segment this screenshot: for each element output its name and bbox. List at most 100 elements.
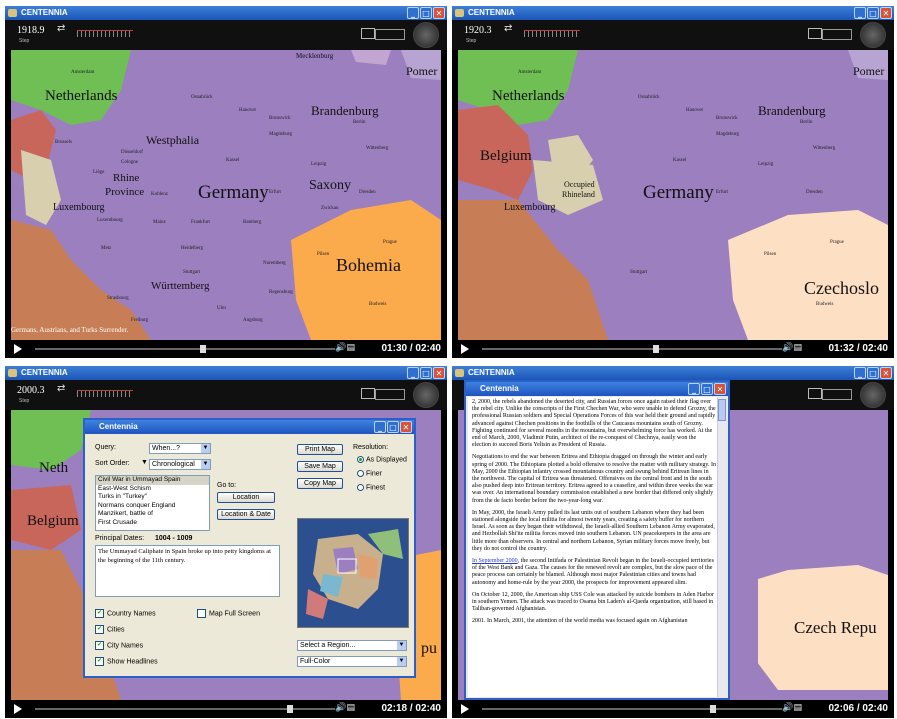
maximize-button[interactable]: □ [867,367,879,379]
step-arrows-icon[interactable]: ⇄ [57,383,65,394]
list-item[interactable]: Turks in "Turkey" [96,493,209,502]
timeline-slider[interactable] [77,390,133,397]
query-select[interactable]: When...? ▼ [149,443,211,454]
seek-thumb[interactable] [710,705,716,713]
volume-icon[interactable]: 🔊▤ [335,343,355,353]
city-label: Pilsen [764,252,777,257]
city-label: Leipzig [311,162,327,167]
zoom-slider[interactable] [375,29,405,40]
volume-icon[interactable]: 🔊▤ [335,703,355,713]
label-czech: Czech Repu [794,618,877,637]
region-select[interactable]: Select a Region... ▼ [297,640,407,651]
scrollbar[interactable] [717,397,726,697]
city-names-checkbox[interactable]: ✔ City Names [95,641,143,650]
minimize-button[interactable]: _ [854,367,866,379]
event-list[interactable]: Civil War in Ummayad Spain East-West Sch… [95,475,210,531]
seek-thumb[interactable] [200,345,206,353]
step-arrows-icon[interactable]: ⇄ [57,23,65,34]
resolution-as-displayed[interactable]: As Displayed [357,456,407,463]
list-item[interactable]: Normans conquer England [96,502,209,511]
minimize-button[interactable]: _ [688,383,700,395]
seek-thumb[interactable] [653,345,659,353]
maximize-button[interactable]: □ [387,421,399,433]
play-icon[interactable] [461,344,469,354]
check-icon: ✔ [95,609,104,618]
zoom-icon[interactable] [361,28,375,39]
zoom-slider[interactable] [375,389,405,400]
navigation-knob[interactable] [860,22,886,48]
play-icon[interactable] [14,704,22,714]
sort-order-select[interactable]: Chronological ▼ [149,459,211,470]
video-playbar: 🔊▤ 02:06 / 02:40 [452,700,894,718]
show-headlines-checkbox[interactable]: ✔ Show Headlines [95,657,158,666]
history-map[interactable]: Netherlands Pomer Mecklenburg Westphalia… [11,50,441,340]
country-names-checkbox[interactable]: ✔ Country Names [95,609,156,618]
minimize-button[interactable]: _ [374,421,386,433]
chevron-down-icon: ▼ [397,657,406,666]
zoom-icon[interactable] [808,28,822,39]
step-arrows-icon[interactable]: ⇄ [504,23,512,34]
city-label: Brunswick [716,116,738,121]
headline-paragraph: Negotiations to end the war between Erit… [472,454,717,504]
zoom-slider[interactable] [822,29,852,40]
close-button[interactable]: ✕ [400,421,412,433]
list-item[interactable]: First Crusade [96,519,209,528]
location-button[interactable]: Location [217,492,275,503]
sort-arrow-icon[interactable]: ▼ [141,459,148,466]
volume-icon[interactable]: 🔊▤ [782,703,802,713]
zoom-icon[interactable] [361,388,375,399]
zoom-slider[interactable] [822,389,852,400]
seek-bar[interactable] [35,345,335,353]
cities-checkbox[interactable]: ✔ Cities [95,625,125,634]
seek-bar[interactable] [35,705,335,713]
scrollbar-thumb[interactable] [718,399,726,421]
close-button[interactable]: ✕ [433,7,445,19]
map-full-screen-checkbox[interactable]: Map Full Screen [197,609,260,618]
list-item[interactable]: Civil War in Ummayad Spain [96,476,209,485]
zoom-icon[interactable] [808,388,822,399]
history-map[interactable]: Netherlands Pomer Belgium Brandenburg Oc… [458,50,888,340]
seek-thumb[interactable] [287,705,293,713]
headline-link[interactable]: In September 2000 [472,558,518,564]
minimap[interactable] [297,518,409,628]
copy-map-button[interactable]: Copy Map [297,478,343,489]
time-display: 02:18 / 02:40 [381,703,442,714]
list-item[interactable]: Manzikert, battle of [96,510,209,519]
resolution-finest[interactable]: Finest [357,484,385,491]
timeline-slider[interactable] [77,30,133,37]
navigation-knob[interactable] [413,382,439,408]
play-icon[interactable] [461,704,469,714]
minimize-button[interactable]: _ [854,7,866,19]
color-mode-select[interactable]: Full-Color ▼ [297,656,407,667]
city-label: Pilsen [317,252,330,257]
video-playbar: 🔊▤ 01:30 / 02:40 [5,340,447,358]
timeline-slider[interactable] [524,30,580,37]
city-label: Augsburg [243,318,263,323]
close-button[interactable]: ✕ [880,367,892,379]
navigation-knob[interactable] [413,22,439,48]
navigation-knob[interactable] [860,382,886,408]
maximize-button[interactable]: □ [420,7,432,19]
location-date-button[interactable]: Location & Date [217,509,275,520]
label-brandenburg: Brandenburg [311,103,379,118]
list-item[interactable]: East-West Schism [96,485,209,494]
close-button[interactable]: ✕ [880,7,892,19]
close-button[interactable]: ✕ [714,383,726,395]
print-map-button[interactable]: Print Map [297,444,343,455]
save-map-button[interactable]: Save Map [297,461,343,472]
city-label: Amsterdam [518,70,542,75]
close-button[interactable]: ✕ [433,367,445,379]
city-label: Prague [383,240,397,245]
maximize-button[interactable]: □ [867,7,879,19]
maximize-button[interactable]: □ [701,383,713,395]
resolution-finer[interactable]: Finer [357,470,382,477]
app-icon [8,369,17,377]
minimize-button[interactable]: _ [407,367,419,379]
maximize-button[interactable]: □ [420,367,432,379]
region-select-value: Select a Region... [300,642,356,649]
minimize-button[interactable]: _ [407,7,419,19]
volume-icon[interactable]: 🔊▤ [782,343,802,353]
seek-bar[interactable] [482,345,782,353]
seek-bar[interactable] [482,705,782,713]
play-icon[interactable] [14,344,22,354]
